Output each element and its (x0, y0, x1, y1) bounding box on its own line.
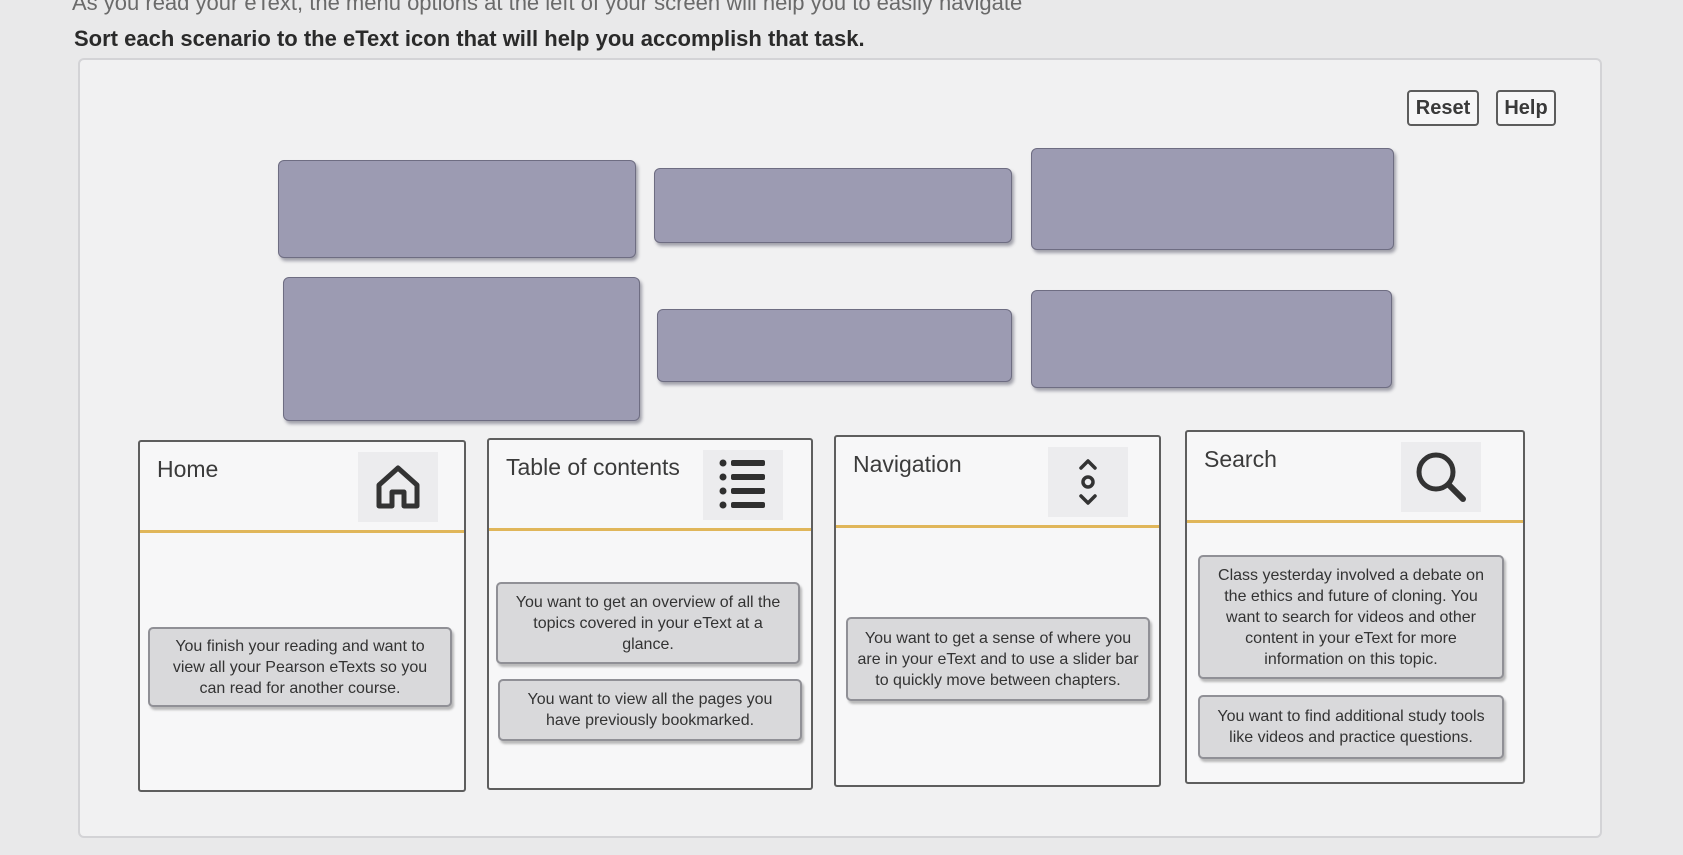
category-search[interactable]: Search Class yesterday involved a debate… (1185, 430, 1525, 784)
category-title: Navigation (853, 451, 962, 477)
empty-tile-slot (278, 160, 636, 258)
category-table-of-contents[interactable]: Table of contents You want to get an ove… (487, 438, 813, 790)
reset-button[interactable]: Reset (1407, 90, 1479, 126)
scenario-card[interactable]: You want to get a sense of where you are… (846, 617, 1150, 701)
category-navigation[interactable]: Navigation You want to get a sense of wh… (834, 435, 1161, 787)
empty-tile-slot (283, 277, 640, 421)
empty-tile-slot (657, 309, 1012, 382)
scenario-card[interactable]: You finish your reading and want to view… (148, 627, 452, 707)
category-title: Table of contents (506, 454, 680, 480)
category-header: Search (1187, 432, 1523, 523)
scenario-card[interactable]: You want to get an overview of all the t… (496, 582, 800, 664)
help-button[interactable]: Help (1496, 90, 1556, 126)
empty-tile-slot (1031, 148, 1394, 250)
category-title: Home (157, 456, 219, 482)
category-header: Navigation (836, 437, 1159, 528)
home-icon (358, 452, 438, 522)
category-header: Table of contents (489, 440, 811, 531)
intro-text: As you read your eText, the menu options… (72, 0, 1023, 15)
category-header: Home (140, 442, 464, 533)
empty-tile-slot (654, 168, 1012, 243)
scenario-card[interactable]: Class yesterday involved a debate on the… (1198, 555, 1504, 679)
list-icon (703, 450, 783, 520)
scenario-card[interactable]: You want to view all the pages you have … (498, 679, 802, 741)
navigation-slider-icon (1048, 447, 1128, 517)
category-title: Search (1204, 446, 1277, 472)
instruction-text: Sort each scenario to the eText icon tha… (74, 26, 865, 51)
empty-tile-slot (1031, 290, 1392, 388)
category-home[interactable]: Home You finish your reading and want to… (138, 440, 466, 792)
search-icon (1401, 442, 1481, 512)
scenario-card[interactable]: You want to find additional study tools … (1198, 695, 1504, 759)
